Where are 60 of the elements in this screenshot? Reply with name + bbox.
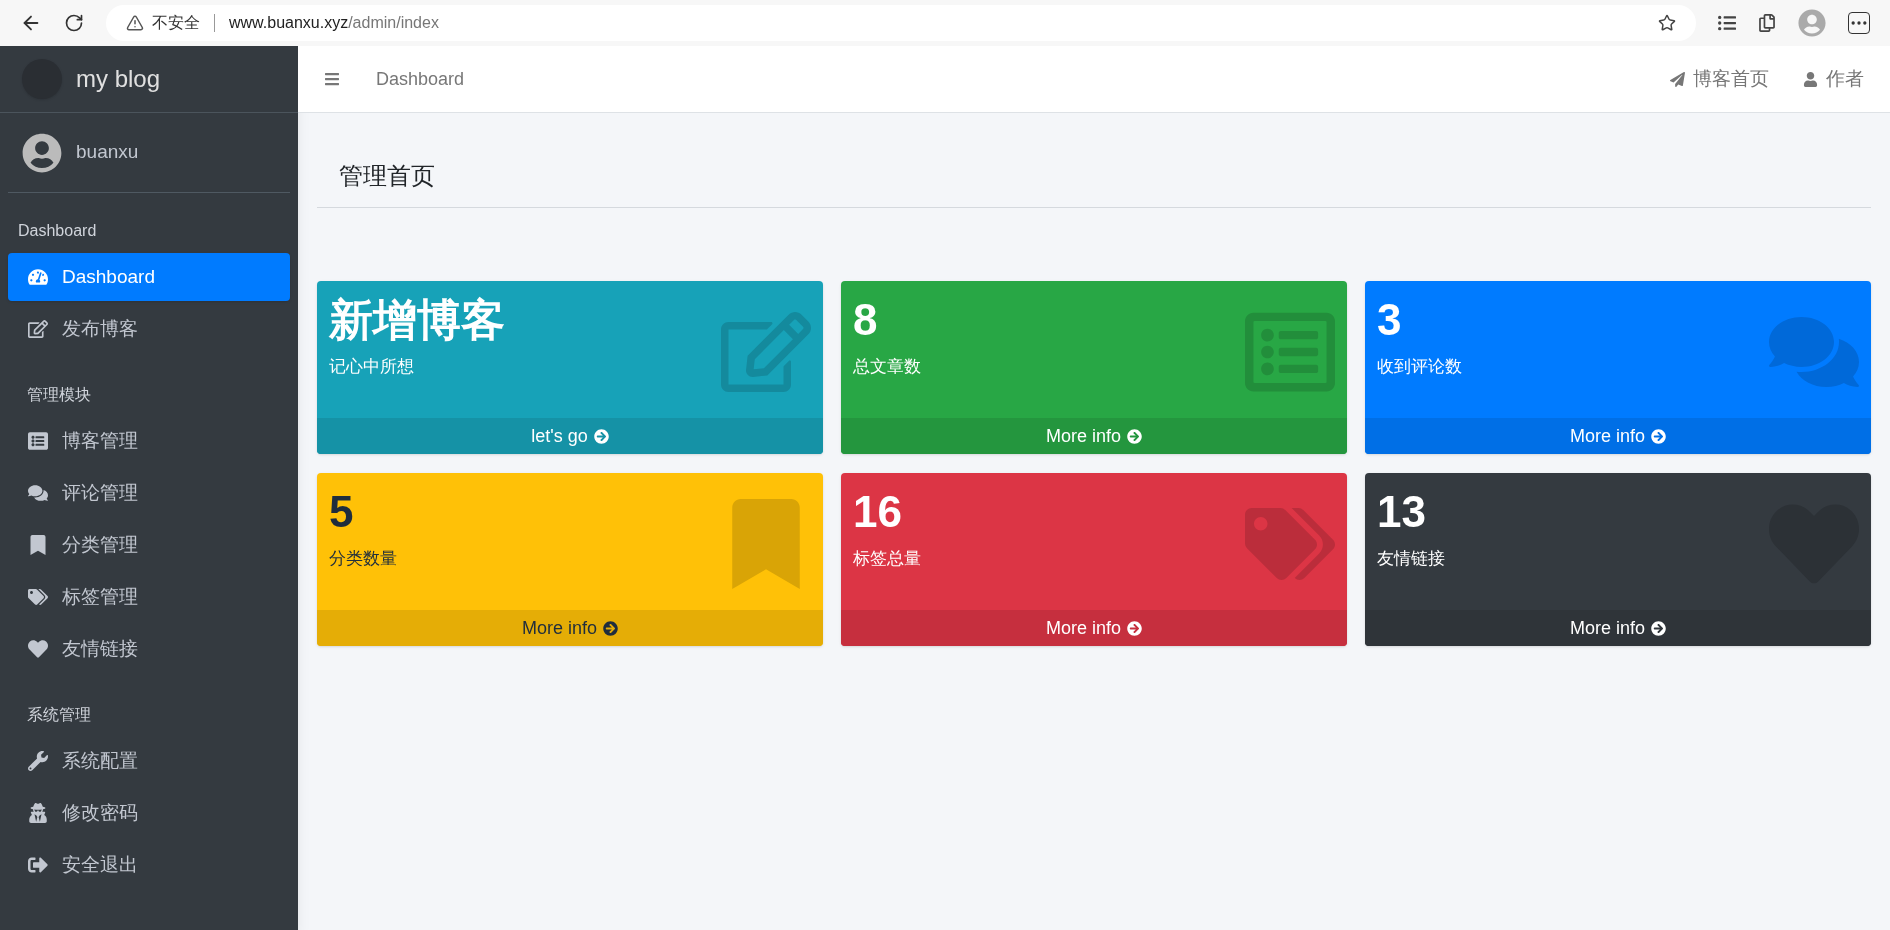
nav-item[interactable]: 发布博客 <box>8 305 290 353</box>
stat-value: 5 <box>329 486 355 538</box>
collections-icon[interactable] <box>1758 14 1776 32</box>
stat-value: 16 <box>853 486 903 538</box>
more-info-link[interactable]: More info <box>841 610 1347 646</box>
stat-label: 总文章数 <box>853 356 922 379</box>
nav-item[interactable]: 修改密码 <box>8 789 290 837</box>
url-path: /admin/index <box>348 13 439 33</box>
more-info-link[interactable]: More info <box>1365 610 1871 646</box>
nav-item[interactable]: 安全退出 <box>8 841 290 889</box>
stat-label: 友情链接 <box>1377 548 1446 571</box>
edit-icon <box>28 319 48 339</box>
wrench-icon <box>28 751 48 771</box>
heart-icon <box>28 639 48 659</box>
section-header: 系统管理 <box>26 705 92 725</box>
breadcrumb-link[interactable]: Dashboard <box>376 65 465 93</box>
bookmark-icon <box>28 535 48 555</box>
paper-plane-icon <box>1670 71 1685 87</box>
stat-label: 标签总量 <box>853 548 922 571</box>
section-header: Dashboard <box>17 221 98 241</box>
nav-item[interactable]: 标签管理 <box>8 573 290 621</box>
nav-item[interactable]: 评论管理 <box>8 469 290 517</box>
stat-value: 13 <box>1377 486 1427 538</box>
stat-value: 8 <box>853 294 879 346</box>
favorite-icon[interactable] <box>1658 14 1676 32</box>
section-header: 管理模块 <box>26 385 92 405</box>
nav-link[interactable]: 作者 <box>1803 64 1864 94</box>
warning-icon <box>126 14 144 32</box>
nav-item[interactable]: 博客管理 <box>8 417 290 465</box>
nav-item[interactable]: Dashboard <box>8 253 290 301</box>
stat-value: 3 <box>1377 294 1403 346</box>
gauge-icon <box>28 267 48 287</box>
avatar-icon <box>22 132 62 173</box>
user-name[interactable]: buanxu <box>76 138 139 167</box>
user-icon <box>1803 71 1818 87</box>
more-info-link[interactable]: More info <box>1365 418 1871 454</box>
page-title: 管理首页 <box>339 161 435 191</box>
nav-item[interactable]: 系统配置 <box>8 737 290 785</box>
url-host: www.buanxu.xyz <box>229 13 349 33</box>
comments-icon <box>28 483 48 503</box>
more-info-link[interactable]: More info <box>317 610 823 646</box>
sign-out-icon <box>28 855 48 875</box>
more-icon[interactable] <box>1848 12 1870 34</box>
stat-label: 收到评论数 <box>1377 356 1463 379</box>
more-info-link[interactable]: let's go <box>317 418 823 454</box>
security-label: 不安全 <box>152 13 200 33</box>
tags-icon <box>28 587 48 607</box>
stat-value: 新增博客 <box>329 294 506 346</box>
nav-link[interactable]: 博客首页 <box>1670 64 1769 94</box>
nav-item[interactable]: 友情链接 <box>8 625 290 673</box>
menu-icon[interactable] <box>324 71 340 87</box>
nav-item[interactable]: 分类管理 <box>8 521 290 569</box>
stat-label: 记心中所想 <box>329 356 415 379</box>
brand-title[interactable]: my blog <box>76 61 161 97</box>
stat-label: 分类数量 <box>329 548 398 571</box>
list-icon <box>28 431 48 451</box>
more-info-link[interactable]: More info <box>841 418 1347 454</box>
reload-icon[interactable] <box>64 13 84 33</box>
user-secret-icon <box>28 803 48 823</box>
address-bar[interactable]: 不安全 www.buanxu.xyz/admin/index <box>106 5 1696 41</box>
